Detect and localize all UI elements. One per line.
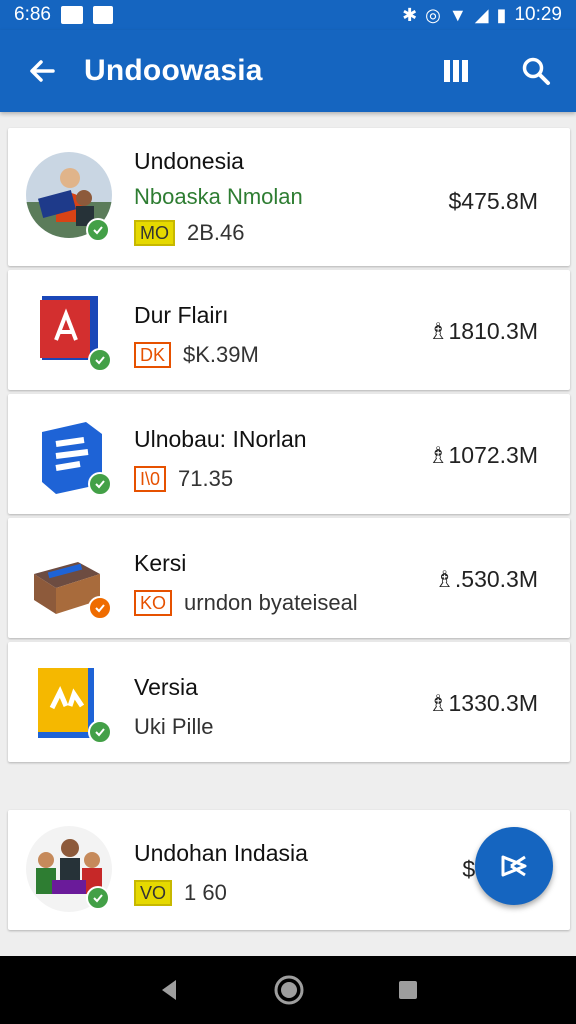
verified-check-icon	[88, 348, 112, 372]
play-icon	[501, 855, 527, 877]
item-thumbnail	[26, 414, 112, 500]
item-price: 1072.3M	[448, 442, 538, 468]
notification-icon	[60, 6, 83, 24]
item-price: 1810.3M	[448, 318, 538, 344]
price-icon: ♗	[427, 318, 449, 344]
verified-check-icon	[86, 886, 110, 910]
nav-recents-icon[interactable]	[396, 978, 420, 1002]
item-meta: 2B.46	[187, 220, 245, 245]
item-thumbnail	[26, 662, 112, 748]
item-badge: KO	[134, 590, 173, 616]
item-meta: $K.39M	[183, 342, 259, 367]
list-item[interactable]: Ulnobau: INorlan I\0 71.35 ♗1072.3M	[8, 394, 570, 514]
verified-check-icon	[88, 472, 112, 496]
list-gap	[8, 766, 570, 810]
list-item[interactable]: Dur Flairı DK $K.39M ♗1810.3M	[8, 270, 570, 390]
alarm-icon: ◎	[425, 5, 441, 25]
item-thumbnail	[26, 290, 112, 376]
price-icon: ♗	[434, 566, 455, 592]
back-button[interactable]	[0, 30, 84, 112]
status-check-icon	[88, 596, 112, 620]
battery-icon: ▮	[496, 5, 507, 25]
item-thumbnail	[26, 826, 112, 912]
item-price-row: ♗1072.3M	[428, 442, 538, 469]
search-button[interactable]	[496, 30, 576, 112]
item-meta: urndon byateiseal	[184, 590, 358, 615]
item-thumbnail	[26, 152, 112, 242]
item-badge: MO	[134, 220, 175, 246]
item-meta: 71.35	[178, 466, 234, 491]
bluetooth-icon: ✱	[402, 5, 418, 25]
item-meta: 1 60	[184, 880, 227, 905]
item-price: .530.3M	[454, 566, 538, 592]
system-nav-bar	[0, 956, 576, 1024]
nav-back-icon[interactable]	[156, 977, 182, 1003]
item-price-row: ♗1330.3M	[428, 690, 538, 717]
page-title: Undoowasia	[84, 54, 263, 87]
list-item[interactable]: Versia Uki Pille ♗1330.3M	[8, 642, 570, 762]
price-icon: ♗	[427, 442, 449, 468]
item-subtitle: Nboaska Nmolan	[134, 184, 303, 209]
verified-check-icon	[86, 218, 110, 242]
item-name: Undohan Indasia	[134, 840, 308, 866]
verified-check-icon	[88, 720, 112, 744]
item-thumbnail	[26, 538, 112, 624]
app-bar: Undoowasia	[0, 30, 576, 112]
item-price: $475.8M	[448, 188, 538, 214]
item-price-row: ♗1810.3M	[428, 318, 538, 345]
item-name: Undonesia	[134, 148, 244, 174]
status-time-right: 10:29	[514, 4, 562, 25]
price-icon: ♗	[427, 690, 449, 716]
item-name: Dur Flairı	[134, 302, 229, 328]
list-item[interactable]: Kersi KO urndon byateiseal ♗.530.3M	[8, 518, 570, 638]
status-bar: 6:86 ✱ ◎ ▼ ◢ ▮ 10:29	[0, 0, 576, 30]
columns-icon	[444, 60, 468, 82]
item-name: Ulnobau: INorlan	[134, 426, 307, 452]
item-price-row: ♗.530.3M	[434, 566, 538, 593]
arrow-left-icon	[30, 60, 55, 82]
status-time-left: 6:86	[14, 4, 51, 25]
search-icon	[522, 57, 550, 85]
wifi-icon: ▼	[448, 5, 467, 25]
item-name: Kersi	[134, 550, 187, 576]
item-name: Versia	[134, 674, 198, 700]
nav-home-icon[interactable]	[273, 974, 305, 1006]
item-badge: I\0	[134, 466, 167, 492]
item-price: 1330.3M	[448, 690, 538, 716]
item-list: Undonesia Nboaska Nmolan MO 2B.46 $475.8…	[8, 128, 570, 934]
list-item[interactable]: Undonesia Nboaska Nmolan MO 2B.46 $475.8…	[8, 128, 570, 266]
item-badge: VO	[134, 880, 173, 906]
item-meta: Uki Pille	[134, 714, 214, 739]
fab-button[interactable]	[475, 827, 553, 905]
message-icon	[92, 6, 113, 24]
item-badge: DK	[134, 342, 172, 368]
signal-icon: ◢	[474, 5, 489, 25]
columns-button[interactable]	[416, 30, 496, 112]
